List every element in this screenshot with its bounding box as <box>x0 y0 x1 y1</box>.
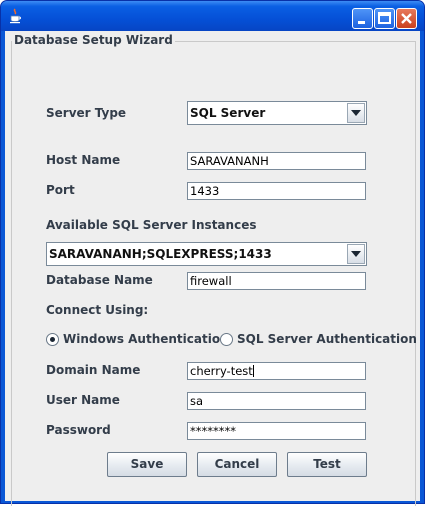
text-caret <box>252 365 254 377</box>
database-name-field[interactable]: firewall <box>187 272 366 290</box>
chevron-down-icon <box>351 251 361 257</box>
dialog-window: Database Setup Wizard Server Type SQL Se… <box>0 0 425 506</box>
close-icon <box>401 13 412 24</box>
database-name-label: Database Name <box>46 273 153 287</box>
instances-label: Available SQL Server Instances <box>46 218 257 232</box>
server-type-label: Server Type <box>46 106 127 120</box>
maximize-icon <box>378 12 391 24</box>
java-cup-icon <box>10 8 21 24</box>
sql-auth-radio[interactable] <box>220 333 233 346</box>
minimize-icon <box>358 21 365 24</box>
group-title: Database Setup Wizard <box>12 33 175 47</box>
host-name-label: Host Name <box>46 153 121 167</box>
radio-selected-dot <box>50 337 55 342</box>
title-bar[interactable] <box>1 1 424 31</box>
test-button[interactable]: Test <box>287 452 367 477</box>
server-type-dropdown-button[interactable] <box>347 103 365 123</box>
port-label: Port <box>46 183 75 197</box>
maximize-button[interactable] <box>374 8 395 29</box>
domain-name-label: Domain Name <box>46 363 141 377</box>
password-field[interactable]: ******** <box>187 422 366 440</box>
domain-name-value: cherry-test <box>190 364 253 378</box>
instances-value: SARAVANANH;SQLEXPRESS;1433 <box>49 247 272 261</box>
domain-name-field[interactable]: cherry-test <box>187 362 366 380</box>
chevron-down-icon <box>351 110 361 116</box>
close-button[interactable] <box>396 8 417 29</box>
sql-auth-label[interactable]: SQL Server Authentication <box>237 332 417 346</box>
host-name-field[interactable]: SARAVANANH <box>187 152 366 170</box>
instances-select[interactable]: SARAVANANH;SQLEXPRESS;1433 <box>46 242 367 266</box>
minimize-button[interactable] <box>352 8 373 29</box>
server-type-select[interactable]: SQL Server <box>187 101 367 125</box>
port-field[interactable]: 1433 <box>187 182 366 200</box>
save-button[interactable]: Save <box>107 452 187 477</box>
password-label: Password <box>46 423 111 437</box>
instances-dropdown-button[interactable] <box>347 244 365 264</box>
server-type-value: SQL Server <box>190 106 266 120</box>
user-name-label: User Name <box>46 393 120 407</box>
cancel-button[interactable]: Cancel <box>197 452 277 477</box>
dialog-content: Database Setup Wizard Server Type SQL Se… <box>5 31 420 506</box>
windows-auth-radio[interactable] <box>46 333 59 346</box>
windows-auth-label[interactable]: Windows Authentication <box>63 332 229 346</box>
connect-using-label: Connect Using: <box>46 303 149 317</box>
user-name-field[interactable]: sa <box>187 392 366 410</box>
